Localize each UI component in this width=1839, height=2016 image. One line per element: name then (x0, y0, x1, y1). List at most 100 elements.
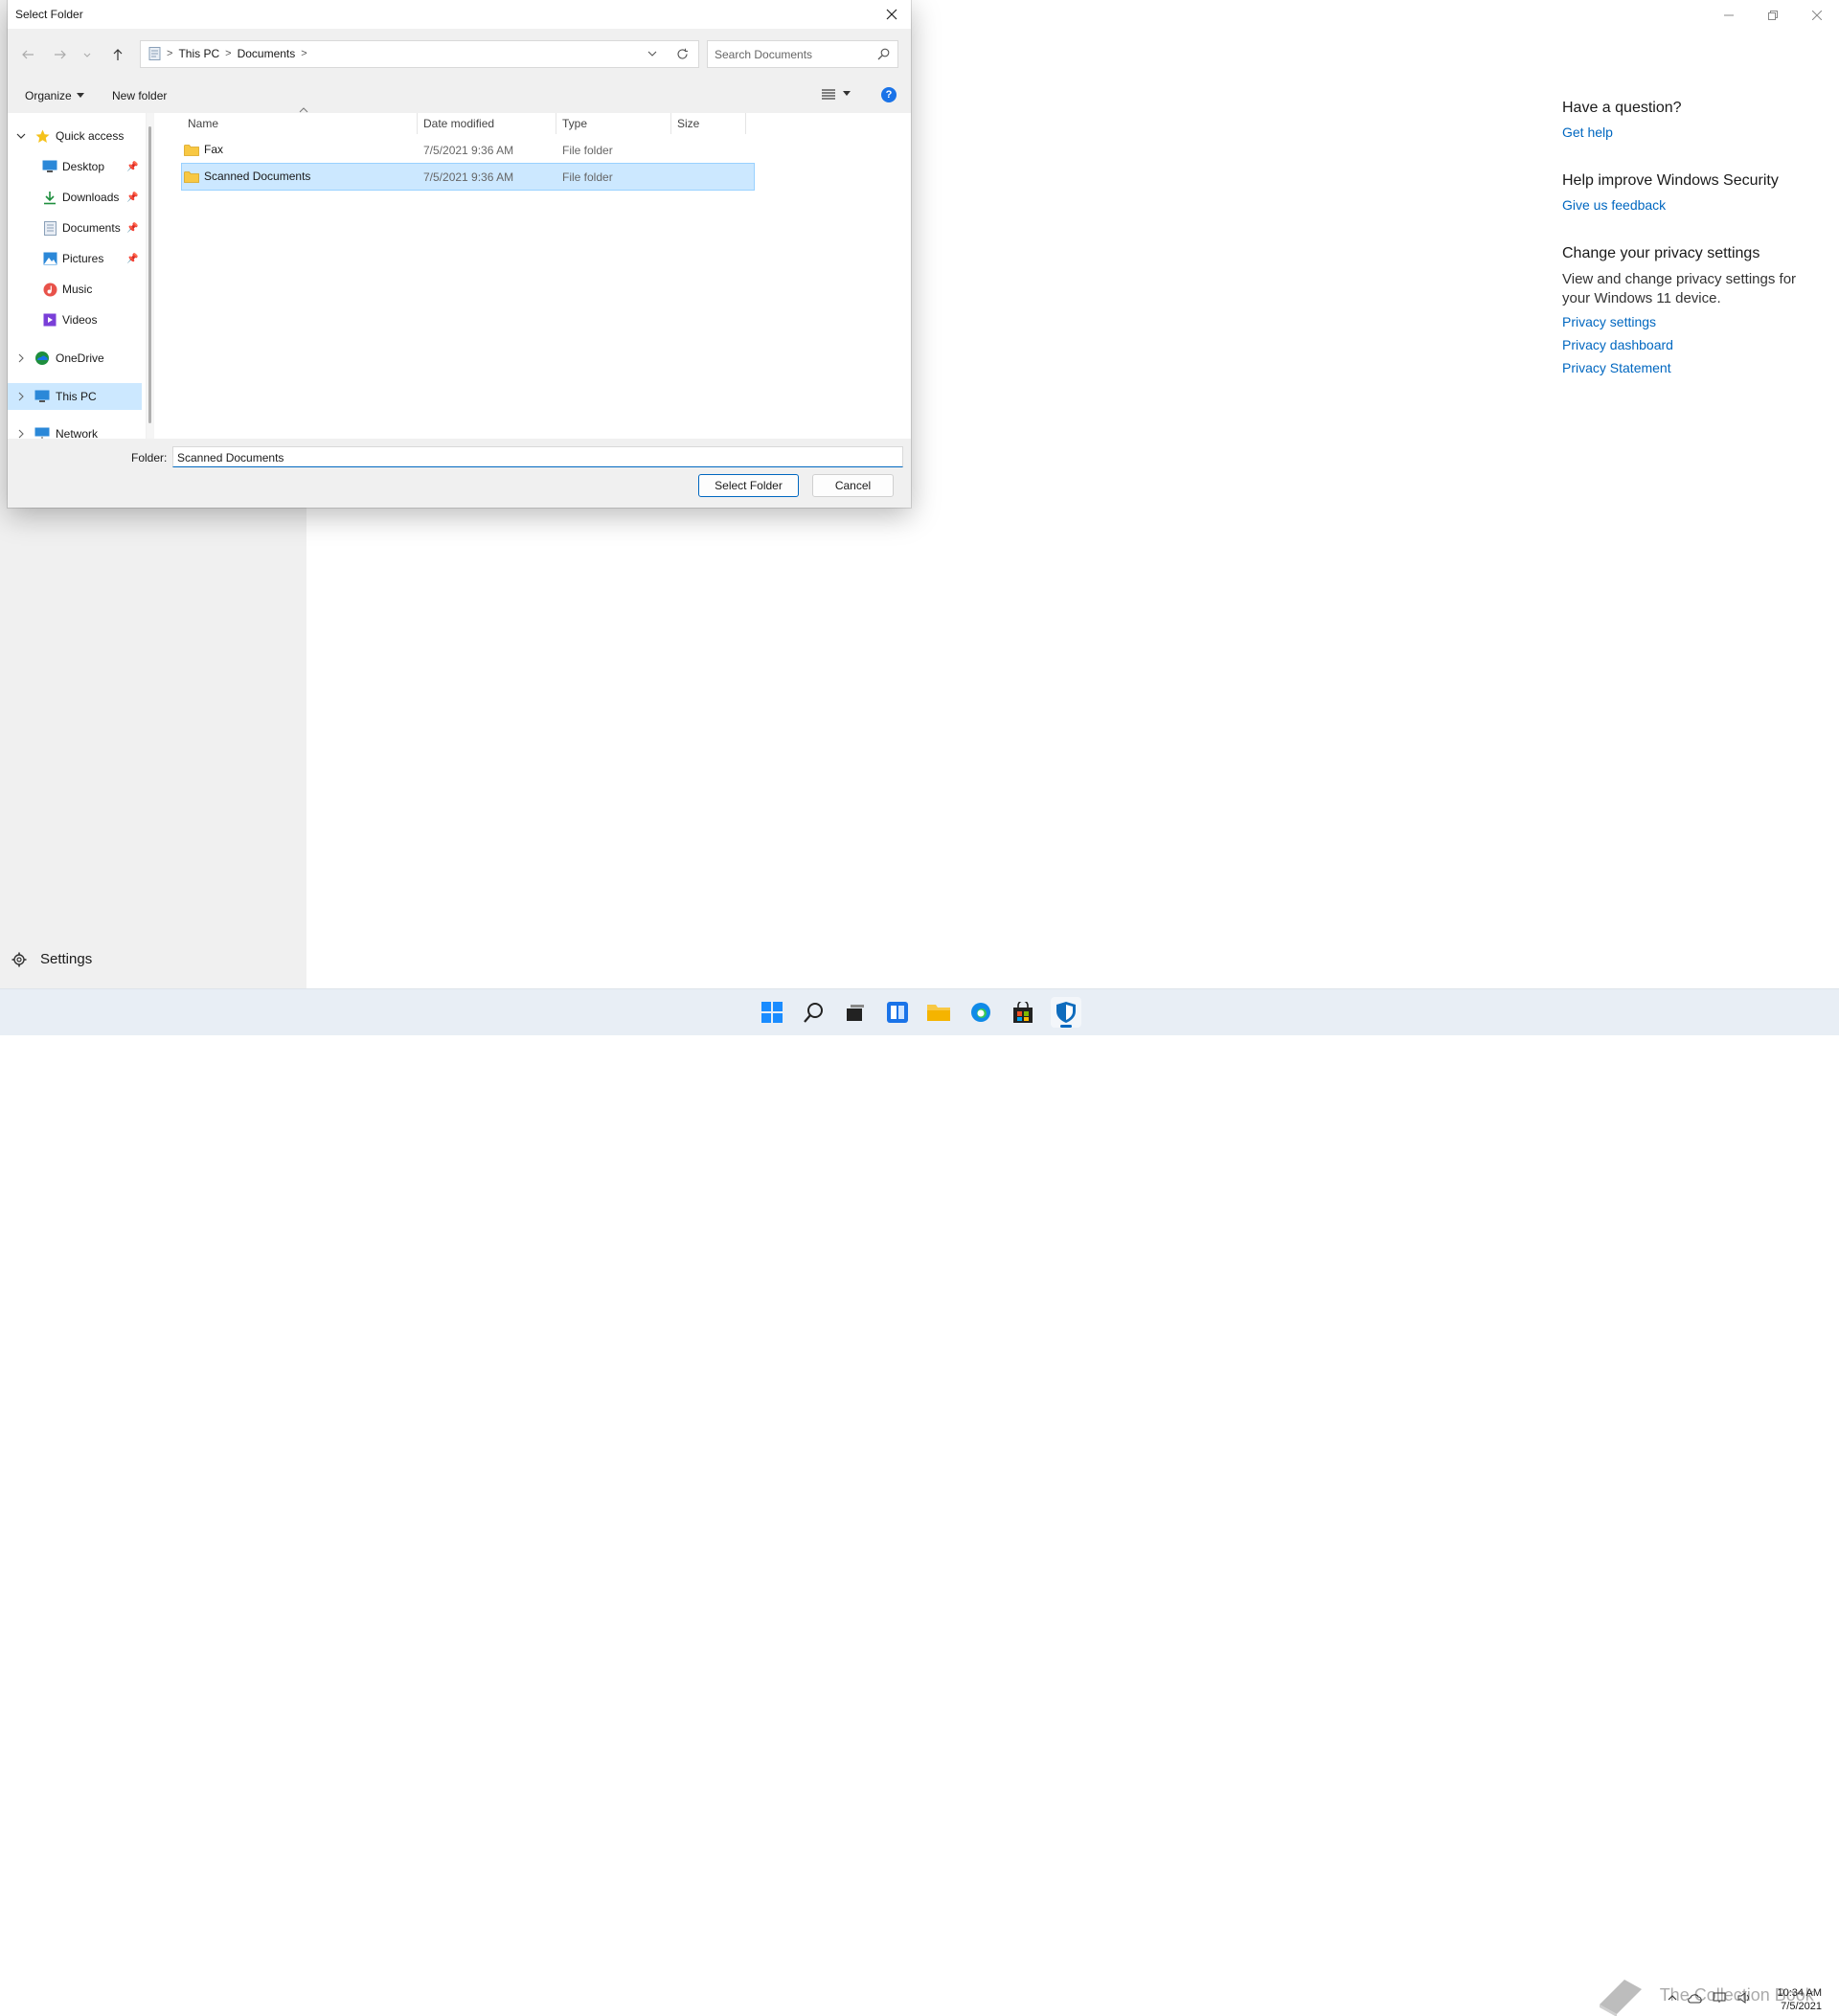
column-header-name[interactable]: Name (182, 113, 418, 134)
close-icon (886, 9, 897, 20)
arrow-up-icon (111, 48, 125, 61)
sort-ascending-icon (299, 107, 308, 113)
videos-icon (42, 312, 57, 328)
nav-label: Videos (62, 313, 98, 327)
get-help-link[interactable]: Get help (1562, 125, 1811, 140)
nav-scrollbar[interactable] (147, 113, 154, 439)
file-explorer-icon (927, 1003, 950, 1022)
widgets-icon (887, 1002, 908, 1023)
search-input[interactable]: Search Documents (715, 48, 812, 61)
recent-locations-button[interactable] (77, 44, 98, 65)
nav-desktop[interactable]: Desktop 📌 (8, 153, 142, 180)
chevron-right-icon[interactable] (15, 429, 27, 439)
change-view-button[interactable] (822, 88, 851, 100)
speaker-icon[interactable] (1737, 1992, 1751, 2004)
column-header-date[interactable]: Date modified (418, 113, 556, 134)
file-list: Name Date modified Type Size Fax 7/5/202… (154, 107, 911, 439)
folder-name-row: Folder: Scanned Documents (8, 442, 911, 471)
task-view-button[interactable] (840, 997, 871, 1028)
downloads-icon (42, 190, 57, 205)
breadcrumb-documents[interactable]: Documents (238, 47, 296, 60)
system-tray (1667, 1992, 1751, 2004)
column-header-size[interactable]: Size (671, 113, 746, 134)
scrollbar-thumb[interactable] (148, 126, 151, 423)
nav-label: Network (56, 427, 99, 439)
clock[interactable]: 10:34 AM 7/5/2021 (1778, 1986, 1822, 2013)
chevron-down-icon[interactable] (15, 131, 27, 141)
dialog-title: Select Folder (15, 8, 83, 21)
nav-onedrive[interactable]: OneDrive (8, 345, 142, 372)
search-taskbar-button[interactable] (799, 997, 829, 1028)
gear-icon (11, 952, 27, 967)
address-bar[interactable]: > This PC > Documents > (140, 40, 699, 68)
nav-network[interactable]: Network (8, 420, 142, 439)
chevron-right-icon[interactable] (15, 392, 27, 401)
file-row-fax[interactable]: Fax 7/5/2021 9:36 AM File folder (182, 137, 754, 163)
close-window-button[interactable] (1795, 0, 1839, 31)
chevron-up-icon[interactable] (1667, 1993, 1678, 2003)
select-folder-button[interactable]: Select Folder (698, 474, 799, 497)
back-button[interactable] (17, 44, 38, 65)
forward-button[interactable] (50, 44, 71, 65)
refresh-button[interactable] (676, 48, 689, 60)
pin-icon: 📌 (126, 192, 139, 203)
folder-icon (184, 144, 199, 156)
pictures-icon (42, 251, 57, 266)
folder-icon (184, 170, 199, 183)
restore-button[interactable] (1751, 0, 1795, 31)
nav-videos[interactable]: Videos (8, 306, 142, 333)
chevron-down-icon (82, 50, 92, 59)
nav-documents[interactable]: Documents 📌 (8, 215, 142, 241)
search-box[interactable]: Search Documents (707, 40, 898, 68)
cancel-button[interactable]: Cancel (812, 474, 894, 497)
edge-button[interactable] (965, 997, 996, 1028)
start-button[interactable] (757, 997, 787, 1028)
nav-pictures[interactable]: Pictures 📌 (8, 245, 142, 272)
question-section: Have a question? Get help (1562, 100, 1811, 140)
cloud-icon[interactable] (1688, 1992, 1703, 2004)
nav-music[interactable]: Music (8, 276, 142, 303)
file-type: File folder (562, 170, 613, 184)
privacy-settings-link[interactable]: Privacy settings (1562, 314, 1811, 329)
file-name: Fax (204, 143, 224, 156)
up-button[interactable] (107, 44, 128, 65)
new-folder-button[interactable]: New folder (112, 89, 167, 102)
privacy-dashboard-link[interactable]: Privacy dashboard (1562, 337, 1811, 352)
column-label: Size (677, 117, 700, 130)
column-header-type[interactable]: Type (556, 113, 671, 134)
improve-section: Help improve Windows Security Give us fe… (1562, 172, 1811, 213)
file-name-cell: Scanned Documents (184, 170, 310, 183)
help-button[interactable]: ? (881, 87, 897, 102)
folder-name-input[interactable]: Scanned Documents (172, 446, 903, 467)
question-heading: Have a question? (1562, 100, 1682, 116)
file-explorer-button[interactable] (923, 997, 954, 1028)
nav-quick-access[interactable]: Quick access (8, 123, 142, 149)
breadcrumb-this-pc[interactable]: This PC (178, 47, 219, 60)
nav-downloads[interactable]: Downloads 📌 (8, 184, 142, 211)
address-history-dropdown[interactable] (647, 48, 658, 59)
computer-icon (34, 389, 50, 404)
shield-icon (1056, 1002, 1076, 1023)
minimize-button[interactable] (1707, 0, 1751, 31)
widgets-button[interactable] (882, 997, 913, 1028)
organize-button[interactable]: Organize (25, 89, 84, 102)
chevron-right-icon[interactable] (15, 353, 27, 363)
privacy-section: Change your privacy settings View and ch… (1562, 245, 1811, 375)
breadcrumb-separator[interactable]: > (301, 48, 306, 59)
store-button[interactable] (1008, 997, 1038, 1028)
edge-browser-icon (970, 1002, 991, 1023)
dialog-close-button[interactable] (873, 0, 911, 29)
desktop-icon (42, 159, 57, 174)
star-icon (34, 128, 50, 144)
nav-this-pc[interactable]: This PC (8, 383, 142, 410)
dialog-titlebar: Select Folder (8, 0, 911, 29)
window-controls (1707, 0, 1839, 31)
privacy-statement-link[interactable]: Privacy Statement (1562, 360, 1811, 375)
display-icon[interactable] (1713, 1992, 1728, 2004)
file-row-scanned-documents[interactable]: Scanned Documents 7/5/2021 9:36 AM File … (181, 163, 755, 191)
improve-heading: Help improve Windows Security (1562, 172, 1779, 189)
settings-nav-item[interactable]: Settings (11, 951, 92, 967)
feedback-link[interactable]: Give us feedback (1562, 197, 1811, 213)
windows-security-button[interactable] (1051, 997, 1081, 1028)
breadcrumb-separator: > (225, 48, 232, 59)
